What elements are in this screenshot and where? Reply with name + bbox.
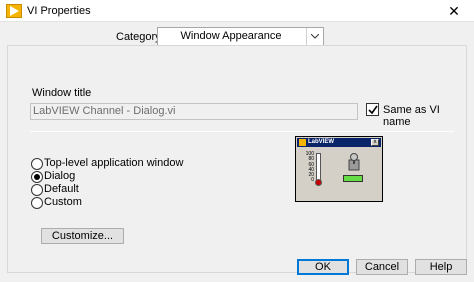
divider — [30, 131, 454, 132]
category-label: Category — [116, 31, 161, 43]
led-icon — [343, 175, 363, 182]
ok-button[interactable]: OK — [297, 259, 349, 275]
labview-icon — [299, 139, 306, 146]
thermometer-icon — [316, 153, 321, 181]
radio-label: Top-level application window — [44, 157, 184, 169]
help-button[interactable]: Help — [415, 259, 467, 275]
chevron-down-icon[interactable] — [306, 28, 323, 45]
radio-button[interactable] — [31, 171, 43, 183]
thermometer-scale: 100 80 60 40 20 0 — [305, 151, 314, 184]
labview-icon — [6, 4, 22, 18]
radio-button[interactable] — [31, 184, 43, 196]
category-value: Window Appearance — [180, 30, 282, 42]
category-select[interactable]: Window Appearance — [157, 27, 324, 46]
window-title-label: Window title — [32, 87, 92, 99]
preview-title: LabVIEW — [308, 139, 335, 145]
cancel-button[interactable]: Cancel — [356, 259, 408, 275]
radio-label: Dialog — [44, 170, 76, 182]
window-appearance-panel: Window title LabVIEW Channel - Dialog.vi… — [7, 45, 467, 273]
customize-button[interactable]: Customize... — [41, 228, 124, 244]
window-preview: LabVIEW x 100 80 60 40 20 0 — [295, 136, 383, 202]
radio-label: Custom — [44, 196, 82, 208]
radio-button[interactable] — [31, 197, 43, 209]
radio-label: Default — [44, 183, 79, 195]
dialog-body: Category Window Appearance Window title … — [0, 22, 474, 282]
toggle-switch-icon — [348, 153, 360, 171]
same-as-vi-label: Same as VI name — [383, 104, 440, 128]
title-bar: VI Properties ✕ — [0, 0, 474, 22]
close-icon: x — [371, 139, 379, 146]
close-icon[interactable]: ✕ — [434, 0, 474, 22]
window-title-field[interactable]: LabVIEW Channel - Dialog.vi — [30, 103, 358, 120]
preview-titlebar: LabVIEW x — [297, 138, 381, 147]
window-title: VI Properties — [27, 5, 91, 17]
same-as-vi-checkbox[interactable] — [366, 103, 379, 116]
thermometer-bulb — [315, 179, 322, 186]
radio-button[interactable] — [31, 158, 43, 170]
